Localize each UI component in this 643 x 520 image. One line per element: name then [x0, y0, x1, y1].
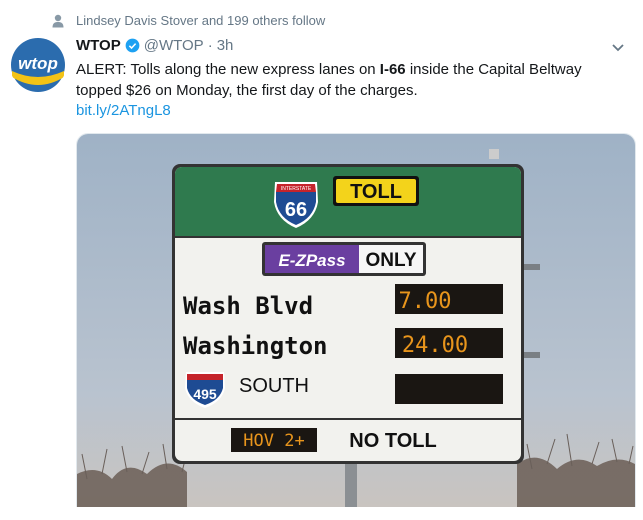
no-toll-label: NO TOLL: [349, 430, 436, 452]
toll-label: TOLL: [350, 181, 402, 203]
person-icon: [52, 14, 64, 28]
social-context: Lindsey Davis Stover and 199 others foll…: [52, 13, 325, 28]
author-name[interactable]: WTOP: [76, 37, 121, 54]
social-context-text[interactable]: Lindsey Davis Stover and 199 others foll…: [76, 13, 325, 28]
row-washington: Washington: [183, 332, 328, 360]
tweet-link[interactable]: bit.ly/2ATngL8: [76, 102, 171, 119]
ezpass-label: E-ZPass: [278, 251, 345, 270]
price-washington: 24.00: [402, 333, 468, 358]
avatar[interactable]: wtop: [10, 37, 66, 93]
tweet-photo[interactable]: INTERSTATE 66 TOLL E-ZPass ONLY Wash Blv…: [76, 133, 636, 507]
tweet-text: ALERT: Tolls along the new express lanes…: [76, 59, 616, 101]
chevron-down-icon[interactable]: [611, 40, 625, 58]
shield-interstate-label: INTERSTATE: [281, 186, 312, 192]
tweet-text-bold: I-66: [379, 61, 406, 78]
shield-number: 66: [285, 199, 307, 221]
price-wash-blvd: 7.00: [399, 289, 452, 314]
tweet-header: WTOP @WTOP · 3h: [76, 37, 233, 54]
avatar-logo-text: wtop: [18, 54, 58, 73]
tweet-text-part: ALERT: Tolls along the new express lanes…: [76, 61, 380, 78]
author-handle[interactable]: @WTOP: [144, 37, 204, 54]
hov-label: HOV 2+: [243, 431, 304, 451]
sign-pole: [345, 464, 357, 507]
toll-sign-photo: INTERSTATE 66 TOLL E-ZPass ONLY Wash Blv…: [77, 134, 635, 507]
tweet-time[interactable]: 3h: [217, 37, 234, 54]
shield-495-number: 495: [193, 386, 217, 402]
verified-badge-icon: [125, 38, 140, 53]
ezpass-only-label: ONLY: [365, 250, 416, 271]
wtop-logo: wtop: [10, 37, 66, 93]
row-wash-blvd: Wash Blvd: [183, 292, 313, 320]
toll-sign: INTERSTATE 66 TOLL E-ZPass ONLY Wash Blv…: [172, 164, 524, 464]
row-south: SOUTH: [239, 375, 309, 397]
separator-dot: ·: [207, 37, 213, 54]
